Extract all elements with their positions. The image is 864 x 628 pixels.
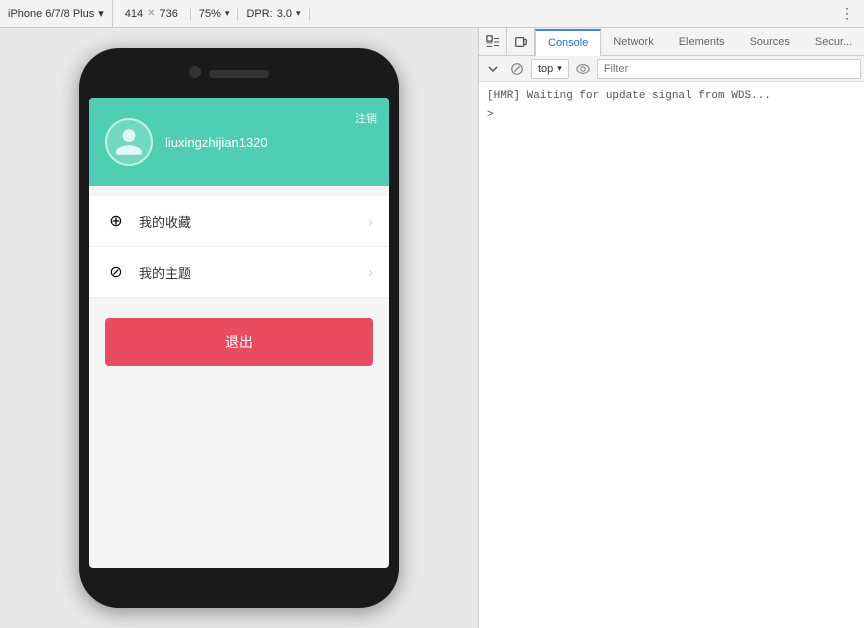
phone-frame: liuxingzhijian1320 注销 ⊕ 我的收藏 › ⊘ 我的主题 › xyxy=(79,48,399,608)
console-filter-input[interactable] xyxy=(597,59,861,79)
context-selector[interactable]: top ▾ xyxy=(531,59,569,79)
console-output: [HMR] Waiting for update signal from WDS… xyxy=(479,82,864,628)
simulator-area: liuxingzhijian1320 注销 ⊕ 我的收藏 › ⊘ 我的主题 › xyxy=(0,28,478,628)
console-log-line: [HMR] Waiting for update signal from WDS… xyxy=(487,86,857,107)
main-area: liuxingzhijian1320 注销 ⊕ 我的收藏 › ⊘ 我的主题 › xyxy=(0,28,864,628)
width-value: 414 xyxy=(125,8,143,20)
more-options-button[interactable]: ⋮ xyxy=(830,5,864,22)
devtools-panel: Console Network Elements Sources Secur..… xyxy=(478,28,864,628)
inspect-element-button[interactable] xyxy=(479,28,507,56)
device-toolbar: iPhone 6/7/8 Plus ▾ 414 ✕ 736 75% ▾ DPR:… xyxy=(0,0,864,28)
menu-item-themes[interactable]: ⊘ 我的主题 › xyxy=(89,247,389,298)
menu-item-favorites[interactable]: ⊕ 我的收藏 › xyxy=(89,196,389,247)
dpr-value: 3.0 xyxy=(277,8,292,20)
device-toggle-button[interactable] xyxy=(507,28,535,56)
favorites-icon: ⊕ xyxy=(105,210,127,232)
app-username: liuxingzhijian1320 xyxy=(165,135,373,150)
zoom-value: 75% xyxy=(199,8,221,20)
phone-screen: liuxingzhijian1320 注销 ⊕ 我的收藏 › ⊘ 我的主题 › xyxy=(89,98,389,568)
app-logout-link[interactable]: 注销 xyxy=(355,110,377,126)
context-dropdown-arrow: ▾ xyxy=(557,63,562,74)
tab-console[interactable]: Console xyxy=(535,29,601,56)
avatar xyxy=(105,118,153,166)
expand-console-button[interactable] xyxy=(483,59,503,79)
zoom-arrow: ▾ xyxy=(225,8,230,19)
favorites-arrow: › xyxy=(368,213,373,229)
app-menu: ⊕ 我的收藏 › ⊘ 我的主题 › xyxy=(89,196,389,298)
dimension-display: 414 ✕ 736 xyxy=(113,8,191,20)
favorites-label: 我的收藏 xyxy=(139,212,356,231)
zoom-display[interactable]: 75% ▾ xyxy=(191,8,239,20)
console-toolbar: top ▾ xyxy=(479,56,864,82)
console-prompt[interactable]: > xyxy=(487,107,857,123)
phone-camera xyxy=(189,66,201,78)
tab-elements[interactable]: Elements xyxy=(667,28,738,55)
themes-icon: ⊘ xyxy=(105,261,127,283)
device-selector[interactable]: iPhone 6/7/8 Plus ▾ xyxy=(0,0,113,27)
tab-network[interactable]: Network xyxy=(601,28,666,55)
logout-button[interactable]: 退出 xyxy=(105,318,373,366)
tab-security[interactable]: Secur... xyxy=(803,28,864,55)
dpr-label: DPR: xyxy=(246,8,272,20)
device-dropdown-arrow: ▾ xyxy=(98,7,104,20)
app-header: liuxingzhijian1320 注销 xyxy=(89,98,389,186)
themes-arrow: › xyxy=(368,264,373,280)
tab-sources[interactable]: Sources xyxy=(738,28,803,55)
dpr-arrow: ▾ xyxy=(296,8,301,19)
dpr-display[interactable]: DPR: 3.0 ▾ xyxy=(238,8,309,20)
phone-speaker xyxy=(209,70,269,78)
eye-filter-button[interactable] xyxy=(573,59,593,79)
height-value: 736 xyxy=(160,8,178,20)
clear-console-button[interactable] xyxy=(507,59,527,79)
themes-label: 我的主题 xyxy=(139,263,356,282)
cross-icon: ✕ xyxy=(147,8,155,19)
device-name-label: iPhone 6/7/8 Plus xyxy=(8,8,94,20)
devtools-tabs: Console Network Elements Sources Secur..… xyxy=(479,28,864,56)
